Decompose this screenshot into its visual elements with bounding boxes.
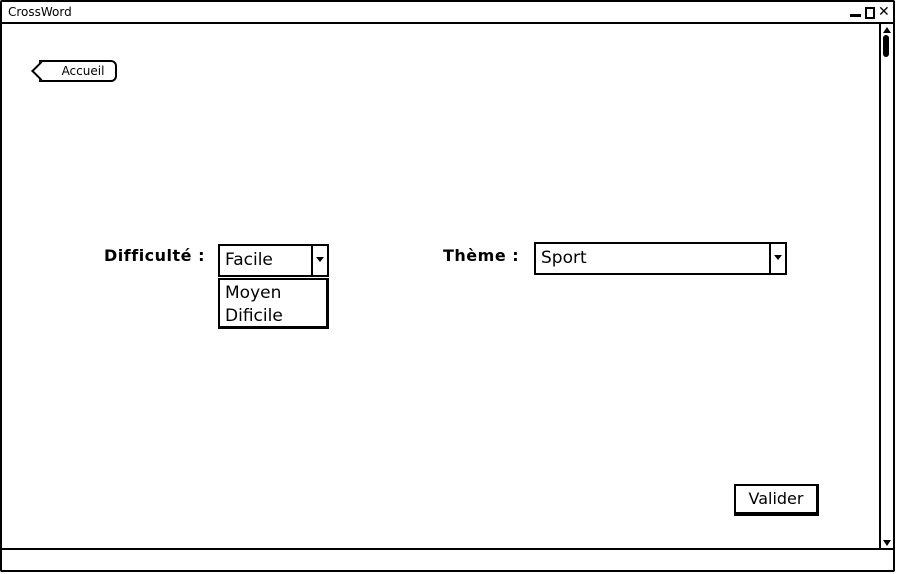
status-bar xyxy=(2,548,893,570)
scroll-thumb[interactable] xyxy=(883,35,889,57)
difficulty-option-moyen[interactable]: Moyen xyxy=(225,283,281,303)
difficulty-label: Difficulté : xyxy=(104,246,205,265)
scroll-up-icon[interactable] xyxy=(883,27,891,33)
window-title: CrossWord xyxy=(8,5,72,19)
minimize-icon[interactable] xyxy=(850,6,861,18)
difficulty-selected-value: Facile xyxy=(225,250,273,270)
maximize-icon[interactable] xyxy=(864,6,875,19)
close-icon[interactable]: ✕ xyxy=(878,5,890,19)
chevron-down-icon[interactable] xyxy=(769,244,785,273)
theme-label: Thème : xyxy=(443,246,520,265)
back-button[interactable]: Accueil xyxy=(39,60,117,82)
theme-select[interactable]: Sport xyxy=(534,242,787,275)
window-controls: ✕ xyxy=(850,4,890,20)
difficulty-options-list: Moyen Dificile xyxy=(218,278,329,329)
scroll-down-icon[interactable] xyxy=(883,540,891,546)
chevron-down-icon[interactable] xyxy=(311,246,327,275)
vertical-scrollbar[interactable] xyxy=(879,24,893,548)
theme-selected-value: Sport xyxy=(541,248,587,268)
difficulty-select[interactable]: Facile xyxy=(218,244,329,277)
title-bar: CrossWord ✕ xyxy=(2,2,893,24)
back-button-label: Accueil xyxy=(61,64,105,78)
validate-button[interactable]: Valider xyxy=(734,484,819,516)
difficulty-option-dificile[interactable]: Dificile xyxy=(225,306,283,326)
